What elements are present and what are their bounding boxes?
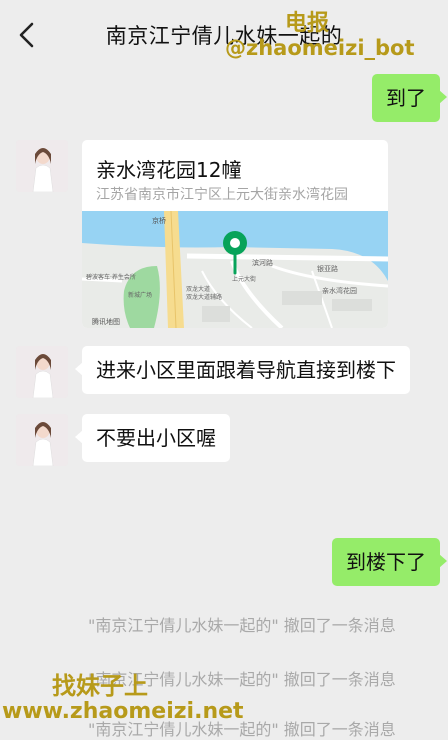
map-label: 滨河路 bbox=[252, 258, 273, 267]
watermark-text: www.zhaomeizi.net bbox=[2, 699, 244, 724]
watermark-text: 电报 bbox=[285, 11, 330, 36]
avatar-image bbox=[16, 414, 68, 466]
map-label: 新城广场 bbox=[128, 291, 152, 299]
message-text: 不要出小区喔 bbox=[96, 426, 216, 450]
message-bubble-incoming[interactable]: 进来小区里面跟着导航直接到楼下 bbox=[75, 346, 410, 394]
avatar[interactable] bbox=[16, 414, 68, 466]
watermark-text: @zhaomeizi_bot bbox=[225, 36, 415, 60]
message-text: 到楼下了 bbox=[346, 550, 426, 574]
location-name: 亲水湾花园12幢 bbox=[96, 158, 242, 182]
location-map[interactable]: 京桥 滨河路 银亚路 亲水湾花园 双龙大道 双龙大道辅路 碧波客车·养生会所 上… bbox=[82, 211, 388, 328]
map-label: 亲水湾花园 bbox=[322, 286, 357, 295]
message-bubble-outgoing[interactable]: 到楼下了 bbox=[332, 538, 447, 586]
watermark-text: 找妹子上 bbox=[52, 672, 148, 700]
avatar[interactable] bbox=[16, 346, 68, 398]
avatar-image bbox=[16, 346, 68, 398]
map-label: 腾讯地图 bbox=[92, 317, 120, 326]
system-recall-notice: "南京江宁倩儿水妹一起的" 撤回了一条消息 bbox=[88, 616, 396, 635]
map-label: 银亚路 bbox=[317, 264, 338, 273]
location-message-card[interactable]: 亲水湾花园12幢 江苏省南京市江宁区上元大街亲水湾花园 京桥 滨河路 银亚路 亲… bbox=[82, 140, 388, 328]
map-label: 双龙大道辅路 bbox=[186, 293, 222, 301]
message-bubble-outgoing[interactable]: 到了 bbox=[372, 74, 447, 122]
map-label: 碧波客车·养生会所 bbox=[86, 273, 136, 281]
avatar-image bbox=[16, 140, 68, 192]
message-text: 进来小区里面跟着导航直接到楼下 bbox=[96, 358, 396, 382]
map-label: 京桥 bbox=[152, 216, 166, 225]
message-bubble-incoming[interactable]: 不要出小区喔 bbox=[75, 414, 230, 462]
message-text: 到了 bbox=[386, 86, 426, 110]
map-label: 上元大街 bbox=[232, 275, 256, 283]
avatar[interactable] bbox=[16, 140, 68, 192]
map-label: 双龙大道 bbox=[186, 285, 210, 293]
location-address: 江苏省南京市江宁区上元大街亲水湾花园 bbox=[96, 187, 348, 203]
